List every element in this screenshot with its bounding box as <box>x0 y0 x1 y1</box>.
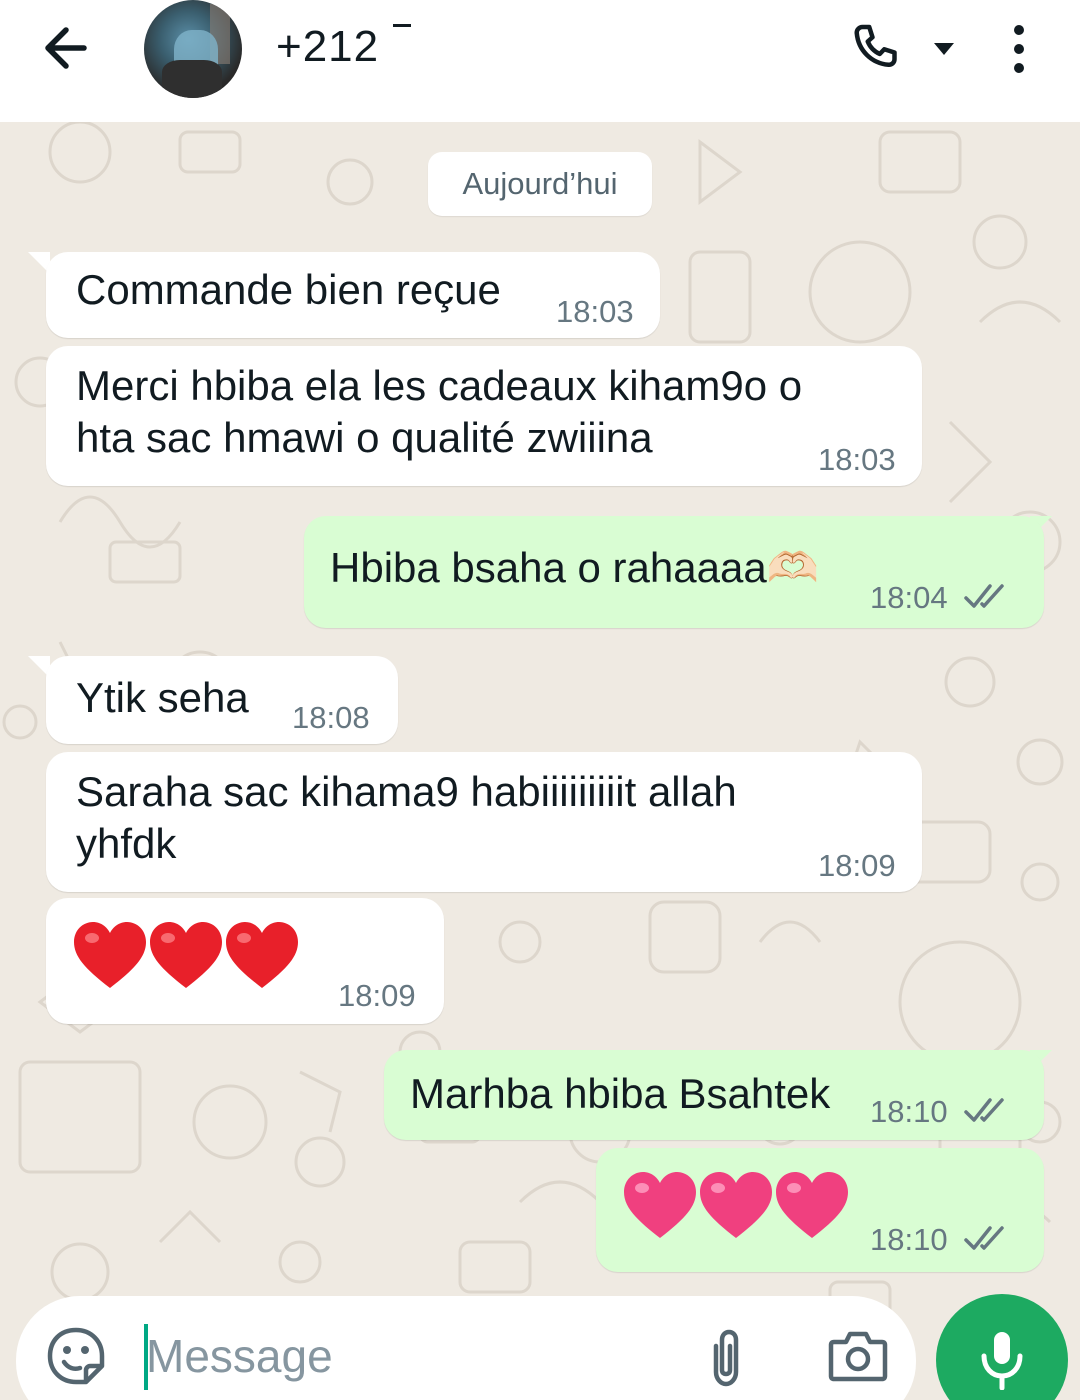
message-time: 18:03 <box>556 294 634 329</box>
pink-hearts-emoji <box>624 1172 848 1238</box>
message-bubble-incoming[interactable]: Merci hbiba ela les cadeaux kiham9o o ht… <box>46 346 922 486</box>
message-text-line: yhfdk <box>76 820 177 867</box>
message-time: 18:04 <box>870 580 948 615</box>
read-receipt-icon <box>964 1226 1004 1250</box>
camera-icon <box>828 1331 888 1382</box>
message-text-line: Saraha sac kihama9 habiiiiiiiiit allah <box>76 768 737 815</box>
phone-icon <box>854 24 897 67</box>
message-text: Hbiba bsaha o rahaaaa🫶🏻 <box>330 544 819 591</box>
mic-icon <box>981 1332 1023 1390</box>
message-text: Marhba hbiba Bsahtek <box>410 1070 831 1117</box>
message-text: Commande bien reçue <box>76 266 501 313</box>
message-input[interactable]: Message <box>146 1326 333 1386</box>
red-hearts-emoji <box>74 922 298 988</box>
chat-header: +212 <box>0 0 1080 122</box>
more-options-button[interactable] <box>1002 22 1036 76</box>
sticker-icon <box>47 1327 105 1385</box>
chat-screen: +212 Aujourd’hui Commande bien reçue 18:… <box>0 0 1080 1400</box>
message-text-line: hta sac hmawi o qualité zwiiina <box>76 414 653 461</box>
voice-call-button[interactable] <box>846 20 906 80</box>
message-composer: Message <box>16 1296 916 1400</box>
message-bubble-incoming[interactable]: 18:09 <box>46 898 444 1024</box>
message-time: 18:08 <box>292 700 370 735</box>
more-vert-icon <box>1014 25 1024 73</box>
message-time: 18:10 <box>870 1094 948 1129</box>
message-bubble-incoming[interactable]: Saraha sac kihama9 habiiiiiiiiit allah y… <box>46 752 922 892</box>
message-text: Ytik seha <box>76 674 249 721</box>
camera-button[interactable] <box>828 1330 888 1382</box>
contact-name-mark <box>393 24 411 27</box>
emoji-sticker-button[interactable] <box>46 1326 106 1386</box>
arrow-left-icon <box>45 27 87 69</box>
message-text-line: Merci hbiba ela les cadeaux kiham9o o <box>76 362 803 409</box>
read-receipt-icon <box>964 1098 1004 1122</box>
message-time: 18:10 <box>870 1222 948 1257</box>
message-bubble-outgoing[interactable]: Hbiba bsaha o rahaaaa🫶🏻 18:04 <box>304 516 1044 628</box>
contact-name[interactable]: +212 <box>276 22 379 72</box>
message-bubble-incoming[interactable]: Commande bien reçue 18:03 <box>46 252 660 338</box>
message-time: 18:09 <box>338 978 416 1013</box>
message-bubble-outgoing[interactable]: 18:10 <box>596 1148 1044 1272</box>
date-divider: Aujourd’hui <box>428 152 652 216</box>
message-bubble-outgoing[interactable]: Marhba hbiba Bsahtek 18:10 <box>384 1050 1044 1140</box>
paperclip-icon <box>713 1329 739 1387</box>
read-receipt-icon <box>964 584 1004 608</box>
back-button[interactable] <box>36 20 100 76</box>
attach-button[interactable] <box>702 1326 750 1390</box>
call-options-dropdown[interactable] <box>930 38 958 60</box>
message-time: 18:09 <box>818 848 896 883</box>
message-time: 18:03 <box>818 442 896 477</box>
caret-down-icon <box>934 43 954 55</box>
avatar[interactable] <box>144 0 242 98</box>
message-bubble-incoming[interactable]: Ytik seha 18:08 <box>46 656 398 744</box>
